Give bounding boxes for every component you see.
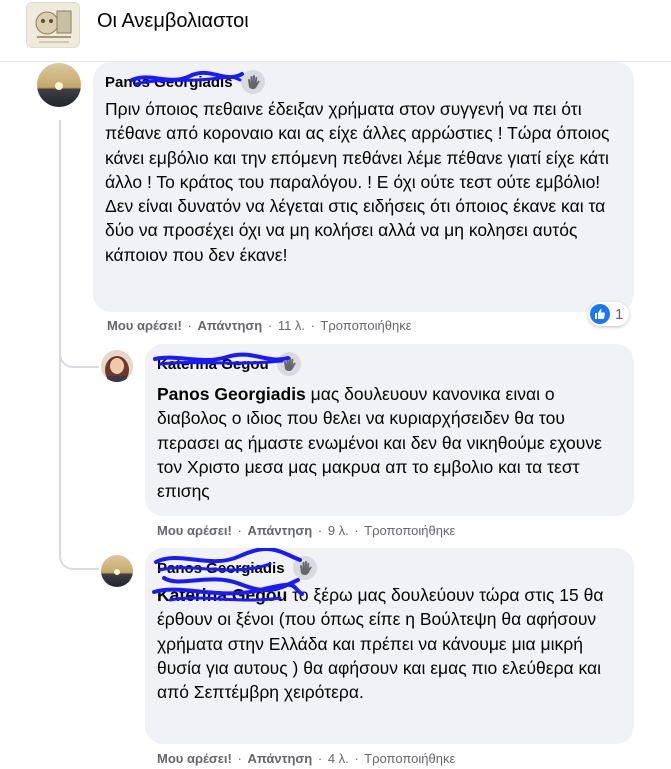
comment-author[interactable]: Katerina Gegou [157,356,269,373]
comment-actions: Μου αρέσει! · Απάντηση · 11 λ. · Τροποπο… [107,318,412,333]
wave-hand-icon [240,70,265,94]
reaction-count-value: 1 [615,305,624,323]
reply-button[interactable]: Απάντηση [247,523,312,538]
like-button[interactable]: Μου αρέσει! [157,751,232,766]
group-title[interactable]: Οι Ανεμβολιαστοι [97,10,249,33]
comment-bubble: Panos Georgiadis Πριν όποιος πεθαινε έδε… [93,62,634,312]
comment-text: Panos Georgiadis μας δουλευουν κανονικα … [157,384,602,502]
edited-label: Τροποποιήθηκε [364,523,456,538]
mention-link[interactable]: Katerina Gegou [157,585,287,605]
comment-author[interactable]: Panos Georgiadis [157,560,285,577]
reaction-count[interactable]: 1 [588,302,630,326]
avatar[interactable] [37,63,81,107]
like-icon [590,304,610,324]
reply-actions: Μου αρέσει! · Απάντηση · 9 λ. · Τροποποι… [157,523,456,538]
comment-time[interactable]: 11 λ. [278,318,305,333]
reply-bubble: Panos Georgiadis Katerina Gegou το ξέρω … [145,548,634,744]
comment-time[interactable]: 9 λ. [328,523,349,538]
like-button[interactable]: Μου αρέσει! [107,318,182,333]
reply-bubble: Katerina Gegou Panos Georgiadis μας δουλ… [145,344,634,516]
edited-label: Τροποποιήθηκε [364,751,456,766]
comment-text: Πριν όποιος πεθαινε έδειξαν χρήματα στον… [105,99,610,265]
wave-hand-icon [292,556,317,580]
comment-text: Katerina Gegou το ξέρω μας δουλεύουν τώρ… [157,585,604,703]
comment-time[interactable]: 4 λ. [328,751,349,766]
mention-link[interactable]: Panos Georgiadis [157,384,306,404]
comment-author[interactable]: Panos Georgiadis [105,74,233,91]
thread-branch [59,300,99,368]
group-header: Οι Ανεμβολιαστοι [0,0,671,62]
avatar[interactable] [101,555,133,587]
reply-button[interactable]: Απάντηση [247,751,312,766]
thread-branch [59,500,99,570]
wave-hand-icon [276,352,301,376]
edited-label: Τροποποιήθηκε [320,318,412,333]
reply-button[interactable]: Απάντηση [197,318,262,333]
reply-actions: Μου αρέσει! · Απάντηση · 4 λ. · Τροποποι… [157,751,456,766]
group-avatar[interactable] [26,2,80,48]
like-button[interactable]: Μου αρέσει! [157,523,232,538]
avatar[interactable] [101,350,133,382]
